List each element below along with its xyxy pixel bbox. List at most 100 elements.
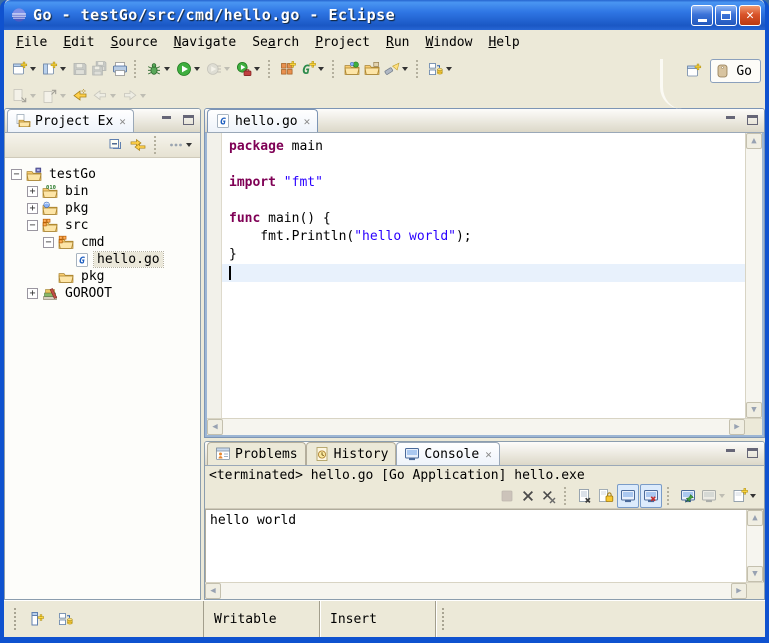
dropdown-arrow-icon[interactable]	[30, 94, 36, 98]
expand-toggle-icon[interactable]: +	[27, 186, 38, 197]
code-line[interactable]	[222, 156, 745, 174]
scroll-right-icon[interactable]: ▶	[731, 583, 747, 599]
scroll-right-icon[interactable]: ▶	[729, 419, 745, 435]
code-line[interactable]	[222, 264, 745, 282]
code-editor[interactable]: package mainimport "fmt"func main() { fm…	[222, 133, 745, 418]
clear-console-button[interactable]	[575, 484, 595, 508]
code-line[interactable]: fmt.Println("hello world");	[222, 228, 745, 246]
search-button[interactable]	[382, 57, 412, 81]
collapse-toggle-icon[interactable]: −	[11, 169, 22, 180]
tree-item-pkg[interactable]: pkg	[5, 268, 200, 285]
tree-item-hello-go[interactable]: Ghello.go	[5, 251, 200, 268]
dropdown-arrow-icon[interactable]	[60, 67, 66, 71]
menu-source[interactable]: Source	[103, 33, 166, 52]
close-tab-icon[interactable]: ✕	[485, 448, 492, 461]
dropdown-arrow-icon[interactable]	[402, 67, 408, 71]
tab-console[interactable]: Console✕	[396, 442, 499, 465]
collapse-toggle-icon[interactable]: −	[27, 220, 38, 231]
scroll-up-icon[interactable]: ▲	[747, 510, 763, 526]
tree-item-src[interactable]: −src	[5, 217, 200, 234]
fast-view-button[interactable]	[26, 607, 46, 631]
scroll-left-icon[interactable]: ◀	[207, 419, 223, 435]
pin-console-button[interactable]	[678, 484, 698, 508]
perspective-go-button[interactable]: Go	[710, 59, 761, 83]
close-button[interactable]: ✕	[739, 5, 761, 26]
link-editor-button[interactable]	[128, 133, 148, 157]
scroll-up-icon[interactable]: ▲	[746, 133, 762, 149]
code-line[interactable]: import "fmt"	[222, 174, 745, 192]
dropdown-arrow-icon[interactable]	[164, 67, 170, 71]
menu-project[interactable]: Project	[307, 33, 378, 52]
show-stderr-button[interactable]	[640, 484, 662, 508]
open-perspective-button[interactable]	[684, 59, 704, 83]
menu-search[interactable]: Search	[244, 33, 307, 52]
tree-item-testgo[interactable]: −testGo	[5, 166, 200, 183]
dropdown-arrow-icon[interactable]	[446, 67, 452, 71]
dropdown-arrow-icon[interactable]	[318, 67, 324, 71]
menu-navigate[interactable]: Navigate	[166, 33, 245, 52]
scroll-lock-button[interactable]	[596, 484, 616, 508]
dropdown-arrow-icon[interactable]	[254, 67, 260, 71]
minimize-button[interactable]	[691, 5, 713, 26]
title-bar[interactable]: Go - testGo/src/cmd/hello.go - Eclipse ✕	[4, 0, 765, 30]
new-project-button[interactable]	[40, 57, 70, 81]
tree-item-bin[interactable]: +010bin	[5, 183, 200, 200]
expand-toggle-icon[interactable]: +	[27, 203, 38, 214]
menu-edit[interactable]: Edit	[55, 33, 102, 52]
menu-window[interactable]: Window	[417, 33, 480, 52]
open-resource-button[interactable]	[342, 57, 362, 81]
external-tools-button[interactable]	[234, 57, 264, 81]
new-go-project-button[interactable]	[278, 57, 298, 81]
open-console-button[interactable]	[730, 484, 760, 508]
dropdown-arrow-icon[interactable]	[224, 67, 230, 71]
last-edit-location-button[interactable]	[70, 84, 90, 108]
dropdown-arrow-icon[interactable]	[750, 494, 756, 498]
scroll-left-icon[interactable]: ◀	[205, 583, 221, 599]
code-line[interactable]: func main() {	[222, 210, 745, 228]
menu-help[interactable]: Help	[480, 33, 527, 52]
maximize-view-button[interactable]	[180, 113, 196, 126]
console-horizontal-scrollbar[interactable]: ◀ ▶	[205, 583, 747, 599]
expand-toggle-icon[interactable]: +	[27, 288, 38, 299]
editor-horizontal-scrollbar[interactable]: ◀ ▶	[207, 419, 745, 435]
scroll-down-icon[interactable]: ▼	[746, 402, 762, 418]
close-tab-icon[interactable]: ✕	[304, 115, 311, 128]
console-output[interactable]: hello world	[206, 510, 746, 582]
console-vertical-scrollbar[interactable]: ▲ ▼	[746, 510, 763, 582]
tab-history[interactable]: History	[306, 442, 397, 465]
launch-trim-button[interactable]	[56, 607, 76, 631]
collapse-toggle-icon[interactable]: −	[43, 237, 54, 248]
tree-item-goroot[interactable]: +GOROOT	[5, 285, 200, 302]
view-menu-button[interactable]	[166, 133, 196, 157]
dropdown-arrow-icon[interactable]	[30, 67, 36, 71]
tab-problems[interactable]: Problems	[207, 442, 306, 465]
tree-item-cmd[interactable]: −cmd	[5, 234, 200, 251]
minimize-view-button[interactable]	[158, 113, 174, 126]
tab-project-explorer[interactable]: Project Ex ✕	[7, 109, 134, 132]
open-package-button[interactable]	[362, 57, 382, 81]
tree-item-pkg[interactable]: +pkg	[5, 200, 200, 217]
dropdown-arrow-icon[interactable]	[186, 143, 192, 147]
show-stdout-button[interactable]	[617, 484, 639, 508]
run-button[interactable]	[174, 57, 204, 81]
dropdown-arrow-icon[interactable]	[140, 94, 146, 98]
tab-hello-go[interactable]: G hello.go ✕	[207, 109, 318, 132]
debug-button[interactable]	[144, 57, 174, 81]
minimize-view-button[interactable]	[722, 113, 738, 126]
maximize-view-button[interactable]	[744, 446, 760, 459]
maximize-view-button[interactable]	[744, 113, 760, 126]
new-go-element-button[interactable]: G	[298, 57, 328, 81]
maximize-button[interactable]	[715, 5, 737, 26]
scroll-down-icon[interactable]: ▼	[747, 566, 763, 582]
code-line[interactable]: }	[222, 246, 745, 264]
menu-run[interactable]: Run	[378, 33, 417, 52]
remove-all-launches-button[interactable]	[539, 484, 559, 508]
dropdown-arrow-icon[interactable]	[60, 94, 66, 98]
dropdown-arrow-icon[interactable]	[194, 67, 200, 71]
new-wizard-button[interactable]	[10, 57, 40, 81]
remove-launch-button[interactable]	[518, 484, 538, 508]
menu-file[interactable]: File	[8, 33, 55, 52]
minimize-view-button[interactable]	[722, 446, 738, 459]
code-line[interactable]	[222, 192, 745, 210]
collapse-all-button[interactable]	[106, 133, 126, 157]
